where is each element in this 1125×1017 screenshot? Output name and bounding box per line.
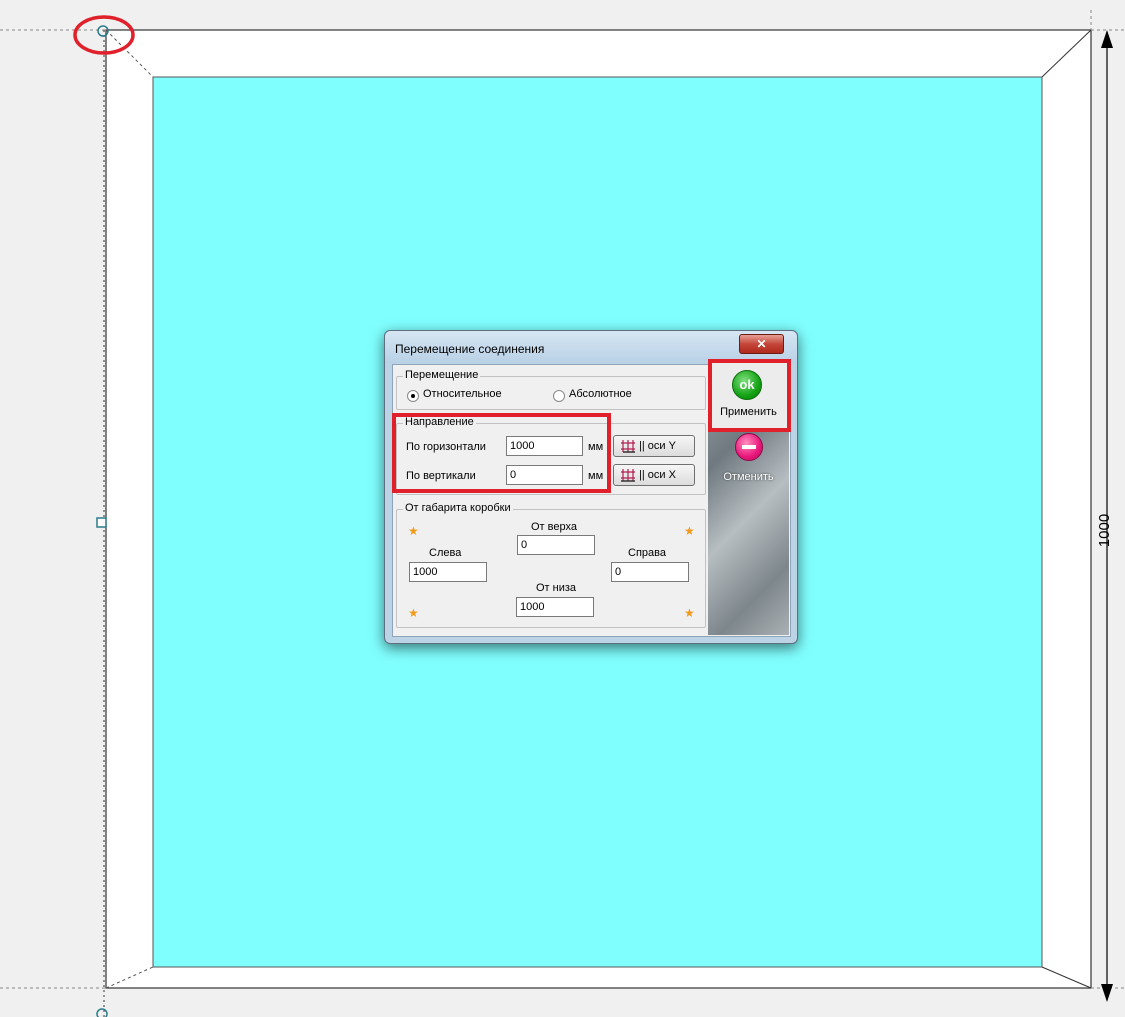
- star-icon: ★: [408, 606, 419, 620]
- apply-highlight: [708, 359, 791, 432]
- cancel-icon[interactable]: [735, 433, 763, 461]
- parallel-y-button[interactable]: || оси Y: [613, 435, 695, 457]
- star-icon: ★: [684, 606, 695, 620]
- left-label: Слева: [429, 547, 462, 559]
- relative-label[interactable]: Относительное: [423, 388, 502, 400]
- direction-highlight: [392, 413, 611, 493]
- star-icon: ★: [684, 524, 695, 538]
- parallel-y-label: || оси Y: [639, 440, 676, 452]
- left-input[interactable]: 1000: [409, 562, 487, 582]
- grid-axis-y-icon: [621, 440, 635, 453]
- dialog-title: Перемещение соединения: [395, 342, 545, 356]
- close-button[interactable]: ✕: [739, 334, 784, 354]
- bottom-label: От низа: [536, 582, 577, 594]
- box-group-label: От габарита коробки: [403, 502, 513, 514]
- relative-radio[interactable]: [407, 390, 419, 402]
- top-input[interactable]: 0: [517, 535, 595, 555]
- bottom-input[interactable]: 1000: [516, 597, 594, 617]
- dimension-label: 1000: [1096, 513, 1114, 547]
- absolute-label[interactable]: Абсолютное: [569, 388, 632, 400]
- right-input[interactable]: 0: [611, 562, 689, 582]
- connection-handle-mid: [96, 517, 107, 528]
- movement-group-label: Перемещение: [403, 369, 481, 381]
- parallel-x-button[interactable]: || оси X: [613, 464, 695, 486]
- star-icon: ★: [408, 524, 419, 538]
- grid-axis-x-icon: [621, 469, 635, 482]
- right-label: Справа: [628, 547, 666, 559]
- cancel-button[interactable]: Отменить: [708, 471, 789, 483]
- move-connection-dialog: Перемещение соединения ✕ Перемещение Отн…: [384, 330, 798, 644]
- parallel-x-label: || оси X: [639, 469, 676, 481]
- top-label: От верха: [531, 521, 577, 533]
- absolute-radio[interactable]: [553, 390, 565, 402]
